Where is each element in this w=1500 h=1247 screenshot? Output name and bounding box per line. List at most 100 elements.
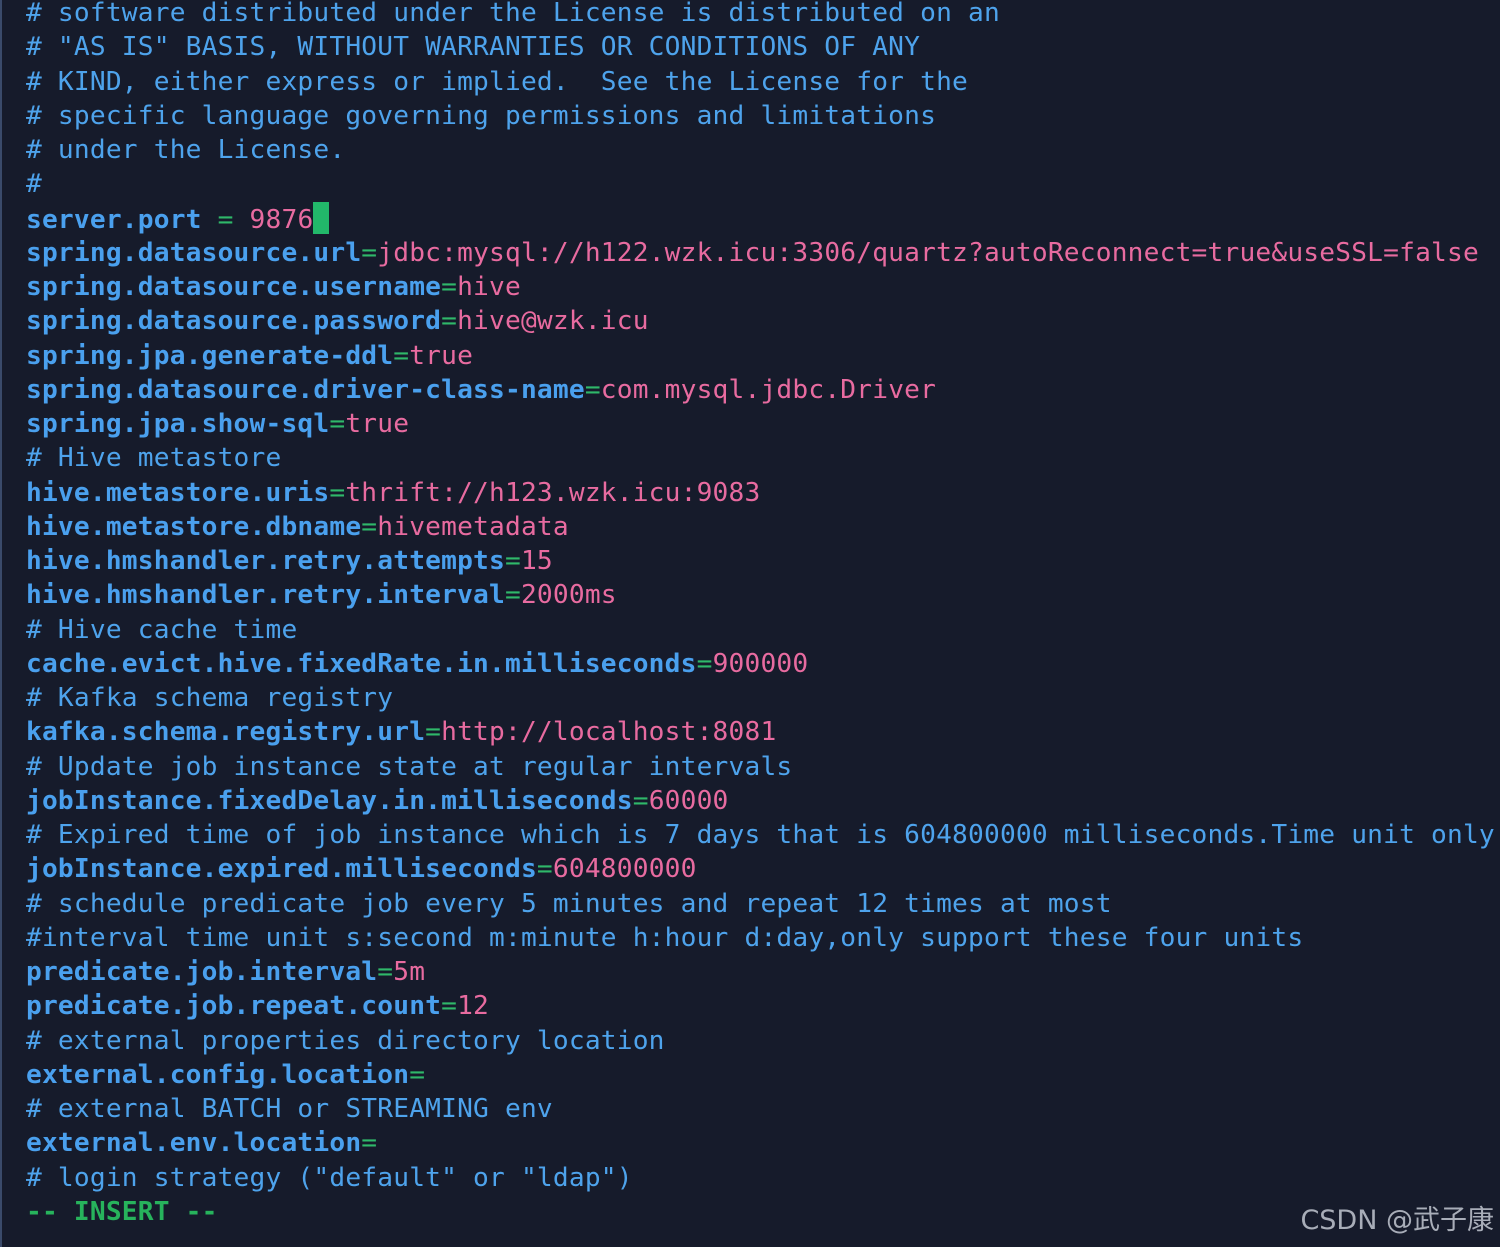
property-line[interactable]: hive.metastore.dbname=hivemetadata	[26, 510, 1495, 544]
property-key: jobInstance.expired.milliseconds	[26, 854, 537, 885]
comment-text: # under the License.	[26, 135, 346, 165]
property-key: kafka.schema.registry.url	[26, 717, 426, 748]
comment-text: # software distributed under the License…	[26, 0, 1000, 28]
comment-line[interactable]: #interval time unit s:second m:minute h:…	[26, 921, 1495, 955]
property-line[interactable]: jobInstance.expired.milliseconds=6048000…	[26, 852, 1495, 886]
property-key: server.port	[26, 204, 202, 235]
comment-line[interactable]: # software distributed under the License…	[26, 0, 1495, 30]
property-line[interactable]: spring.datasource.driver-class-name=com.…	[26, 373, 1495, 407]
property-key: jobInstance.fixedDelay.in.milliseconds	[26, 785, 633, 816]
property-key: spring.datasource.url	[26, 237, 362, 268]
property-key: hive.hmshandler.retry.interval	[26, 580, 505, 611]
property-key: predicate.job.interval	[26, 957, 378, 987]
comment-line[interactable]: #	[26, 167, 1495, 201]
equals-sign: =	[632, 785, 649, 816]
property-value: 12	[457, 991, 490, 1022]
property-line[interactable]: external.env.location=	[26, 1126, 1495, 1160]
property-key: spring.datasource.driver-class-name	[26, 374, 585, 405]
property-line[interactable]: jobInstance.fixedDelay.in.milliseconds=6…	[26, 784, 1495, 818]
comment-line[interactable]: # login strategy ("default" or "ldap")	[26, 1161, 1495, 1195]
comment-text: # Hive metastore	[26, 443, 282, 474]
comment-line[interactable]: # external properties directory location	[26, 1024, 1495, 1058]
comment-text: # schedule predicate job every 5 minutes…	[26, 888, 1112, 919]
equals-sign: =	[505, 580, 521, 611]
comment-text: # Expired time of job instance which is …	[26, 820, 1495, 850]
text-cursor	[313, 201, 330, 234]
mode-label: INSERT	[73, 1196, 170, 1227]
property-key: predicate.job.repeat.count	[26, 991, 442, 1022]
property-value: thrift://h123.wzk.icu:9083	[345, 477, 761, 508]
equals-sign: =	[536, 854, 553, 885]
comment-line[interactable]: # under the License.	[26, 133, 1495, 167]
equals-sign: =	[441, 306, 458, 337]
equals-sign: =	[201, 204, 250, 235]
property-line[interactable]: spring.datasource.username=hive	[26, 270, 1495, 304]
comment-line[interactable]: # Hive cache time	[26, 613, 1495, 647]
comment-text: # Update job instance state at regular i…	[26, 751, 793, 782]
mode-suffix: --	[169, 1196, 218, 1227]
property-key: external.env.location	[26, 1128, 362, 1159]
property-value: 60000	[648, 785, 729, 816]
equals-sign: =	[409, 1059, 426, 1090]
equals-sign: =	[361, 1128, 378, 1159]
property-key: spring.datasource.username	[26, 272, 442, 302]
property-key: spring.datasource.password	[26, 306, 442, 337]
property-line[interactable]: predicate.job.repeat.count=12	[26, 989, 1495, 1023]
equals-sign: =	[505, 546, 521, 576]
property-line[interactable]: hive.metastore.uris=thrift://h123.wzk.ic…	[26, 476, 1495, 510]
property-value: true	[409, 340, 474, 371]
comment-text: # KIND, either express or implied. See t…	[26, 66, 969, 97]
property-line[interactable]: spring.jpa.generate-ddl=true	[26, 339, 1495, 373]
property-key: hive.metastore.dbname	[26, 511, 362, 542]
comment-text: # "AS IS" BASIS, WITHOUT WARRANTIES OR C…	[26, 32, 921, 63]
comment-text: # specific language governing permission…	[26, 100, 937, 131]
editor-buffer[interactable]: # software distributed under the License…	[26, 0, 1495, 1229]
property-value: hive@wzk.icu	[457, 306, 649, 337]
equals-sign: =	[361, 511, 378, 542]
terminal-window[interactable]: # software distributed under the License…	[0, 0, 1500, 1247]
property-value: hive	[457, 272, 521, 302]
property-key: spring.jpa.show-sql	[26, 409, 330, 439]
property-line[interactable]: spring.jpa.show-sql=true	[26, 407, 1495, 441]
equals-sign: =	[329, 409, 346, 439]
property-value: jdbc:mysql://h122.wzk.icu:3306/quartz?au…	[377, 237, 1479, 268]
property-value: hivemetadata	[377, 511, 569, 542]
property-value: true	[345, 409, 410, 439]
property-value: com.mysql.jdbc.Driver	[600, 374, 937, 405]
comment-line[interactable]: # Expired time of job instance which is …	[26, 818, 1495, 852]
property-key: cache.evict.hive.fixedRate.in.millisecon…	[26, 648, 697, 679]
property-line[interactable]: spring.datasource.url=jdbc:mysql://h122.…	[26, 236, 1495, 270]
property-line[interactable]: hive.hmshandler.retry.interval=2000ms	[26, 578, 1495, 612]
comment-text: # Hive cache time	[26, 614, 298, 645]
property-line[interactable]: server.port = 9876	[26, 201, 1495, 236]
equals-sign: =	[361, 237, 378, 268]
property-key: hive.metastore.uris	[26, 477, 330, 508]
property-line[interactable]: predicate.job.interval=5m	[26, 955, 1495, 989]
comment-line[interactable]: # Update job instance state at regular i…	[26, 750, 1495, 784]
comment-text: # external BATCH or STREAMING env	[26, 1094, 553, 1124]
comment-text: #interval time unit s:second m:minute h:…	[26, 922, 1304, 953]
property-line[interactable]: hive.hmshandler.retry.attempts=15	[26, 544, 1495, 578]
property-line[interactable]: spring.datasource.password=hive@wzk.icu	[26, 304, 1495, 338]
equals-sign: =	[696, 648, 713, 679]
property-line[interactable]: cache.evict.hive.fixedRate.in.millisecon…	[26, 647, 1495, 681]
property-line[interactable]: external.config.location=	[26, 1058, 1495, 1092]
comment-line[interactable]: # schedule predicate job every 5 minutes…	[26, 887, 1495, 921]
equals-sign: =	[377, 957, 394, 987]
property-value: 9876	[249, 204, 314, 235]
comment-line[interactable]: # Hive metastore	[26, 441, 1495, 475]
comment-text: #	[26, 169, 42, 200]
watermark: CSDN @武子康	[1300, 1205, 1494, 1236]
property-key: hive.hmshandler.retry.attempts	[26, 546, 505, 576]
property-line[interactable]: kafka.schema.registry.url=http://localho…	[26, 715, 1495, 749]
equals-sign: =	[425, 717, 442, 748]
comment-line[interactable]: # "AS IS" BASIS, WITHOUT WARRANTIES OR C…	[26, 30, 1495, 64]
comment-line[interactable]: # KIND, either express or implied. See t…	[26, 65, 1495, 99]
comment-line[interactable]: # external BATCH or STREAMING env	[26, 1092, 1495, 1126]
property-value: 604800000	[552, 854, 697, 885]
comment-text: # login strategy ("default" or "ldap")	[26, 1162, 633, 1193]
comment-line[interactable]: # specific language governing permission…	[26, 99, 1495, 133]
property-key: spring.jpa.generate-ddl	[26, 340, 394, 371]
comment-line[interactable]: # Kafka schema registry	[26, 681, 1495, 715]
equals-sign: =	[441, 272, 458, 302]
